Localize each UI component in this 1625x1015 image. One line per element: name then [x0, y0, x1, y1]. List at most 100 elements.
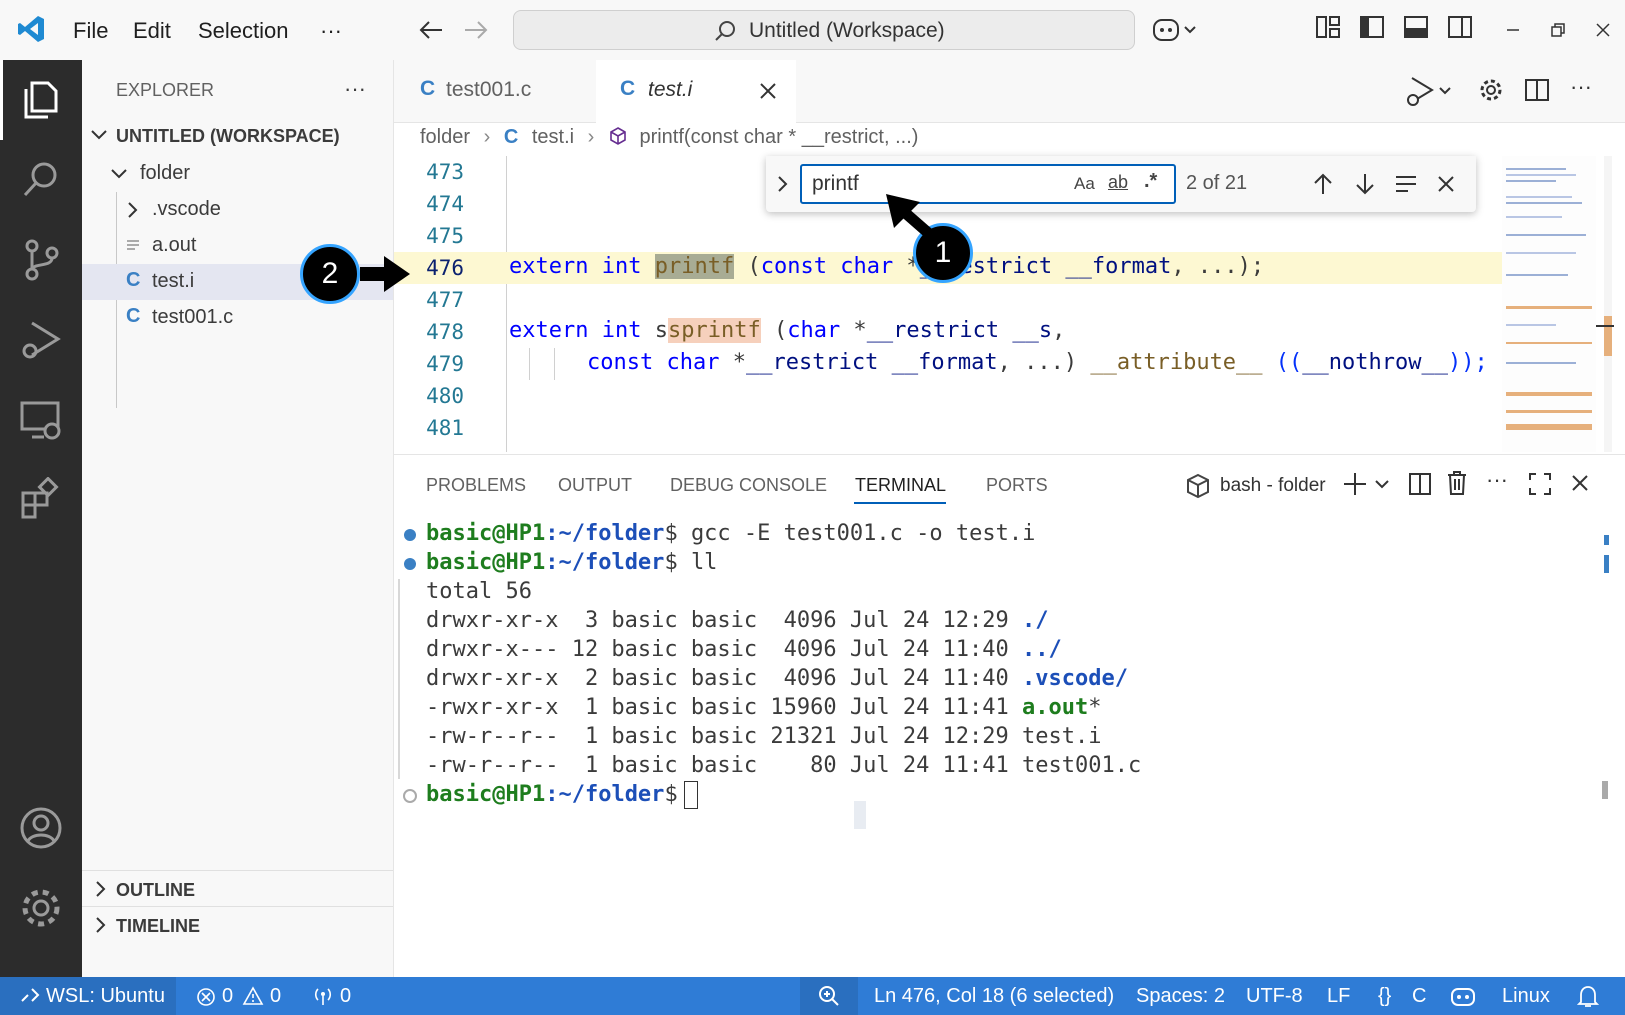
new-terminal-plus-icon[interactable]: [1342, 471, 1398, 497]
terminal-profile-icon: [1187, 473, 1209, 499]
tree-item-test001-c[interactable]: C test001.c: [82, 300, 393, 336]
toggle-primary-sidebar-icon[interactable]: [1359, 14, 1385, 40]
menu-file[interactable]: File: [73, 18, 108, 44]
next-match-icon[interactable]: [1354, 172, 1376, 196]
extensions-icon[interactable]: [18, 477, 64, 523]
split-editor-icon[interactable]: [1524, 77, 1550, 103]
maximize-panel-icon[interactable]: [1528, 472, 1552, 496]
encoding[interactable]: UTF-8: [1246, 985, 1303, 1008]
split-terminal-icon[interactable]: [1408, 472, 1432, 496]
annotation-arrow-1-icon: [886, 194, 938, 243]
copilot-icon[interactable]: [1152, 16, 1198, 44]
problems-indicator[interactable]: 0 0: [190, 977, 290, 1015]
toggle-panel-icon[interactable]: [1403, 14, 1429, 40]
trash-icon[interactable]: [1446, 470, 1468, 496]
close-panel-icon[interactable]: [1572, 475, 1588, 491]
terminal-shell-label[interactable]: bash - folder: [1220, 475, 1326, 497]
toggle-secondary-sidebar-icon[interactable]: [1447, 14, 1473, 40]
tree-item-folder[interactable]: folder: [82, 156, 393, 192]
zoom-icon: [819, 986, 839, 1006]
breadcrumb-file[interactable]: test.i: [532, 126, 574, 148]
minimize-icon[interactable]: [1505, 22, 1521, 38]
title-bar: File Edit Selection ··· Untitled (Worksp…: [0, 0, 1625, 61]
close-tab-icon[interactable]: [760, 83, 776, 99]
whole-word-toggle[interactable]: ab: [1108, 172, 1128, 193]
run-debug-icon[interactable]: [1404, 74, 1456, 108]
minimap[interactable]: [1502, 156, 1596, 452]
indentation[interactable]: Spaces: 2: [1136, 985, 1225, 1008]
command-pending-icon: [403, 789, 417, 803]
menu-edit[interactable]: Edit: [133, 18, 171, 44]
remote-explorer-icon[interactable]: [18, 397, 64, 443]
customize-layout-icon[interactable]: [1315, 14, 1341, 40]
settings-gear-icon[interactable]: [1478, 77, 1504, 103]
tab-problems[interactable]: PROBLEMS: [426, 475, 526, 496]
c-file-icon: C: [503, 126, 519, 148]
tab-test001-c[interactable]: C test001.c: [394, 60, 594, 122]
accounts-icon[interactable]: [18, 805, 64, 851]
zoom-indicator[interactable]: [800, 977, 858, 1015]
find-query: printf: [812, 172, 859, 195]
tab-ports[interactable]: PORTS: [986, 475, 1048, 496]
editor-scrollbar[interactable]: [1596, 156, 1614, 452]
tree-item-label: test.i: [152, 270, 195, 292]
line-number: 480: [426, 384, 464, 408]
tab-debug-console[interactable]: DEBUG CONSOLE: [670, 475, 827, 496]
annotation-badge-2: 2: [300, 244, 360, 304]
source-control-icon[interactable]: [18, 237, 64, 283]
close-window-icon[interactable]: [1595, 22, 1611, 38]
timeline-section[interactable]: TIMELINE: [82, 908, 393, 942]
remote-indicator[interactable]: WSL: Ubuntu: [0, 977, 176, 1015]
terminal-line: -rw-r--r-- 1 basic basic 80 Jul 24 11:41…: [426, 753, 1142, 778]
terminal-line: drwxr-x--- 12 basic basic 4096 Jul 24 11…: [426, 637, 1062, 662]
error-count: 0: [222, 985, 234, 1007]
find-in-selection-icon[interactable]: [1394, 174, 1418, 194]
annotation-arrow-2-icon: [360, 256, 410, 292]
match-case-toggle[interactable]: Aa: [1074, 174, 1095, 194]
manage-gear-icon[interactable]: [18, 885, 64, 931]
line-endings[interactable]: LF: [1327, 985, 1350, 1008]
forward-arrow-icon[interactable]: [463, 18, 489, 42]
terminal-line: drwxr-xr-x 3 basic basic 4096 Jul 24 12:…: [426, 608, 1049, 633]
explorer-icon[interactable]: [18, 77, 64, 123]
command-center[interactable]: Untitled (Workspace): [513, 10, 1135, 50]
breadcrumb-symbol[interactable]: printf(const char * __restrict, ...): [639, 126, 918, 148]
back-arrow-icon[interactable]: [418, 18, 444, 42]
tab-output[interactable]: OUTPUT: [558, 475, 632, 496]
breadcrumb-folder[interactable]: folder: [420, 126, 470, 148]
previous-match-icon[interactable]: [1312, 172, 1334, 196]
terminal-scrollbar[interactable]: [1600, 535, 1612, 975]
search-view-icon[interactable]: [18, 157, 64, 203]
tab-test-i[interactable]: C test.i: [596, 60, 796, 123]
match-count: 2 of 21: [1186, 172, 1248, 194]
cursor-position[interactable]: Ln 476, Col 18 (6 selected): [874, 985, 1114, 1008]
terminal-cursor: [684, 781, 698, 809]
notifications-bell-icon[interactable]: [1577, 985, 1599, 1009]
line-number: 474: [426, 192, 464, 216]
restore-icon[interactable]: [1550, 22, 1566, 38]
os-indicator[interactable]: Linux: [1502, 985, 1550, 1008]
warning-count: 0: [270, 985, 282, 1007]
ports-indicator[interactable]: 0: [310, 977, 370, 1015]
regex-toggle[interactable]: .*: [1144, 170, 1157, 193]
menu-more[interactable]: ···: [320, 18, 342, 44]
tree-item-vscode[interactable]: .vscode: [82, 192, 393, 228]
explorer-more-button[interactable]: ···: [344, 76, 366, 102]
tab-terminal[interactable]: TERMINAL: [855, 475, 946, 496]
chevron-right-icon[interactable]: [776, 174, 790, 194]
ports-count: 0: [340, 985, 352, 1007]
command-success-icon: [404, 529, 416, 541]
menu-selection[interactable]: Selection: [198, 18, 289, 44]
terminal[interactable]: basic@HP1:~/folder$ gcc -E test001.c -o …: [394, 513, 1604, 978]
find-input[interactable]: printf Aa ab .*: [800, 164, 1176, 204]
editor-more-button[interactable]: ···: [1570, 74, 1592, 100]
copilot-icon[interactable]: [1450, 986, 1476, 1008]
outline-section[interactable]: OUTLINE: [82, 872, 393, 906]
language-mode[interactable]: C: [1412, 985, 1426, 1008]
activity-bar: [0, 60, 82, 977]
command-success-icon: [404, 558, 416, 570]
workspace-header[interactable]: UNTITLED (WORKSPACE): [82, 118, 393, 154]
run-debug-icon[interactable]: [18, 317, 64, 363]
close-find-icon[interactable]: [1438, 176, 1454, 192]
panel-more-button[interactable]: ···: [1486, 467, 1508, 493]
